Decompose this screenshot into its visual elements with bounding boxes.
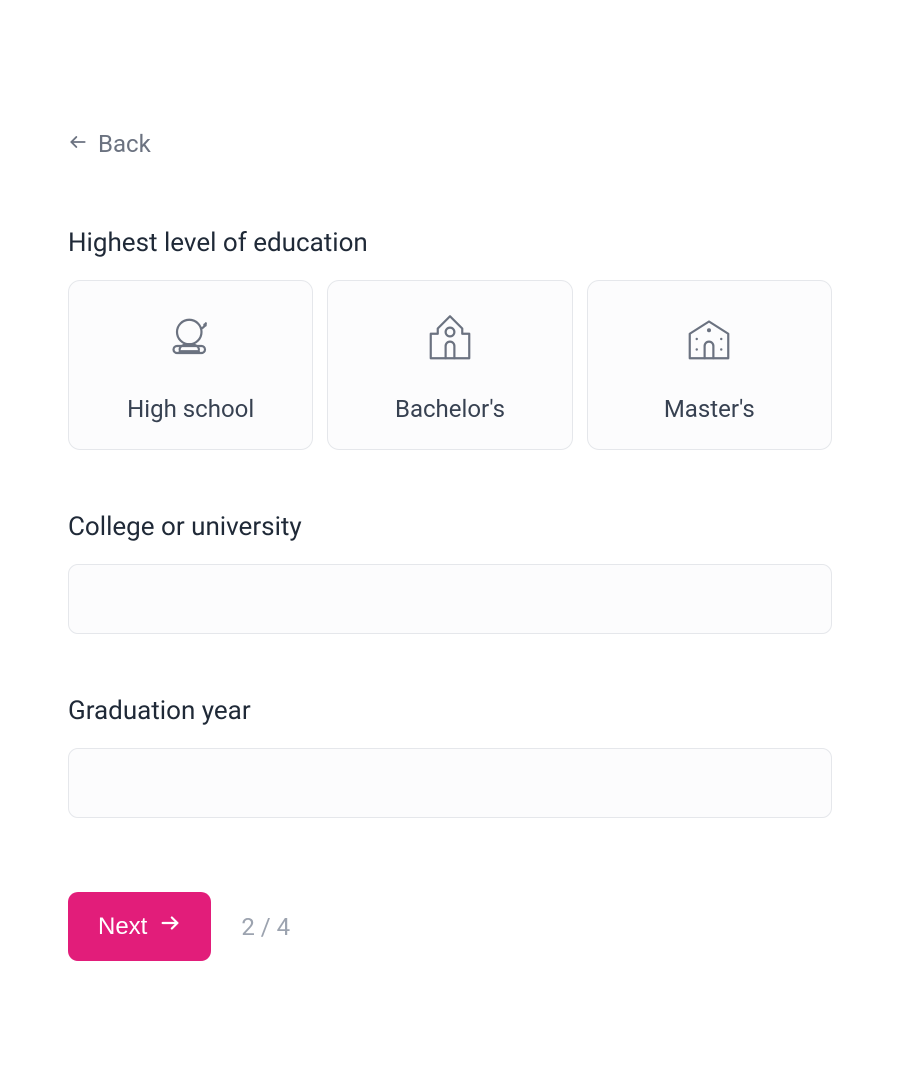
education-label: Highest level of education bbox=[68, 228, 832, 258]
option-label: Master's bbox=[664, 395, 755, 423]
next-button[interactable]: Next bbox=[68, 892, 211, 961]
page-indicator: 2 / 4 bbox=[241, 913, 290, 941]
back-button[interactable]: Back bbox=[68, 130, 151, 158]
college-input[interactable] bbox=[68, 564, 832, 634]
option-high-school[interactable]: High school bbox=[68, 280, 313, 450]
education-section: Highest level of education High school bbox=[68, 228, 832, 450]
school-building-icon bbox=[679, 309, 739, 369]
back-label: Back bbox=[98, 130, 151, 158]
option-label: High school bbox=[127, 395, 254, 423]
bell-icon bbox=[161, 309, 221, 369]
arrow-right-icon bbox=[159, 912, 181, 941]
college-label: College or university bbox=[68, 512, 832, 542]
college-section: College or university bbox=[68, 512, 832, 634]
graduation-label: Graduation year bbox=[68, 696, 832, 726]
option-bachelors[interactable]: Bachelor's bbox=[327, 280, 572, 450]
form-footer: Next 2 / 4 bbox=[68, 892, 832, 961]
option-masters[interactable]: Master's bbox=[587, 280, 832, 450]
education-options: High school Bachelor's bbox=[68, 280, 832, 450]
arrow-left-icon bbox=[68, 130, 88, 158]
church-icon bbox=[420, 309, 480, 369]
next-label: Next bbox=[98, 913, 147, 941]
graduation-year-input[interactable] bbox=[68, 748, 832, 818]
option-label: Bachelor's bbox=[395, 395, 505, 423]
graduation-section: Graduation year bbox=[68, 696, 832, 818]
